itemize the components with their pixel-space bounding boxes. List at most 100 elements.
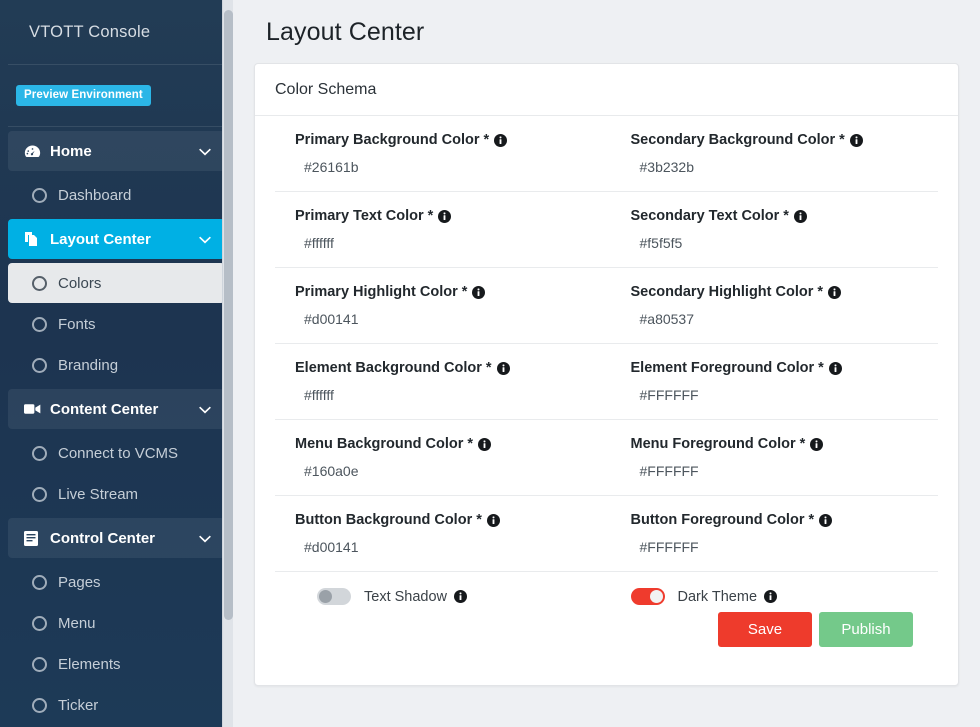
sidebar-item-label: Connect to VCMS — [58, 444, 179, 462]
book-icon — [24, 530, 50, 546]
color-field-label: Button Foreground Color * — [631, 512, 931, 528]
color-field-input[interactable]: #d00141 — [295, 300, 577, 336]
publish-button[interactable]: Publish — [819, 612, 913, 647]
color-field-input[interactable]: #FFFFFF — [631, 528, 931, 564]
info-circle-icon[interactable] — [494, 133, 508, 147]
info-circle-icon[interactable] — [793, 209, 807, 223]
circle-icon — [32, 445, 58, 461]
color-field-input[interactable]: #26161b — [295, 148, 577, 184]
info-circle-icon[interactable] — [478, 437, 492, 451]
sidebar-item-branding[interactable]: Branding — [8, 345, 225, 385]
color-field-input[interactable]: #d00141 — [295, 528, 577, 564]
sidebar-divider-bottom — [8, 126, 225, 127]
required-marker: * — [427, 208, 434, 224]
color-field-input[interactable]: #f5f5f5 — [631, 224, 931, 260]
sidebar-item-ticker[interactable]: Ticker — [8, 685, 225, 725]
sidebar-item-dashboard[interactable]: Dashboard — [8, 175, 225, 215]
label-text: Element Background Color — [295, 360, 482, 376]
color-field-input[interactable]: #FFFFFF — [631, 376, 931, 412]
toggle-knob — [319, 590, 332, 603]
info-circle-icon[interactable] — [454, 590, 468, 603]
sidebar-item-label: Elements — [58, 655, 121, 673]
color-schema-card: Color Schema Primary Background Color * #2… — [254, 63, 959, 686]
color-field: Primary Background Color * #26161b — [275, 116, 607, 192]
color-field-input[interactable]: #ffffff — [295, 376, 577, 412]
sidebar-nav: Home Dashboard Layout Center Colors Fonts Bra… — [0, 131, 233, 725]
color-field-label: Primary Background Color * — [295, 132, 577, 148]
toggle-label: Dark Theme — [678, 589, 778, 605]
info-circle-icon[interactable] — [438, 209, 452, 223]
sidebar-item-colors[interactable]: Colors — [8, 263, 225, 303]
sidebar-item-fonts[interactable]: Fonts — [8, 304, 225, 344]
status-badge-preview-environment: Preview Environment — [16, 85, 151, 106]
action-buttons: Save Publish — [275, 605, 938, 647]
chevron-down-icon[interactable] — [197, 147, 211, 156]
toggle-group: Text Shadow — [295, 588, 607, 605]
toggle-text-shadow[interactable] — [317, 588, 351, 605]
color-field-label: Secondary Highlight Color * — [631, 284, 931, 300]
circle-icon — [32, 316, 58, 332]
color-fields-grid: Primary Background Color * #26161b Secondar… — [275, 116, 938, 572]
sidebar-item-connect-to-vcms[interactable]: Connect to VCMS — [8, 433, 225, 473]
sidebar-item-menu[interactable]: Menu — [8, 603, 225, 643]
color-field-input[interactable]: #3b232b — [631, 148, 931, 184]
color-field-label: Menu Foreground Color * — [631, 436, 931, 452]
sidebar-item-label: Content Center — [50, 400, 159, 418]
color-field-input[interactable]: #FFFFFF — [631, 452, 931, 488]
tachometer-icon — [24, 144, 50, 159]
required-marker: * — [783, 208, 789, 224]
color-field-label: Secondary Background Color * — [631, 132, 931, 148]
info-circle-icon[interactable] — [849, 133, 863, 147]
label-text: Primary Background Color — [295, 132, 480, 148]
required-marker: * — [467, 436, 474, 452]
sidebar-scrollbar[interactable] — [222, 0, 233, 727]
info-circle-icon[interactable] — [486, 513, 500, 527]
info-circle-icon[interactable] — [819, 513, 833, 527]
color-field-input[interactable]: #160a0e — [295, 452, 577, 488]
sidebar-item-live-stream[interactable]: Live Stream — [8, 474, 225, 514]
card-body: Primary Background Color * #26161b Secondar… — [255, 116, 958, 647]
chevron-down-icon[interactable] — [197, 235, 211, 244]
sidebar-scrollbar-thumb[interactable] — [224, 10, 233, 620]
sidebar-item-home[interactable]: Home — [8, 131, 225, 171]
info-circle-icon[interactable] — [810, 437, 824, 451]
color-field: Element Background Color * #ffffff — [275, 344, 607, 420]
sidebar-item-label: Control Center — [50, 529, 155, 547]
color-field: Secondary Highlight Color * #a80537 — [606, 268, 938, 344]
sidebar-item-control-center[interactable]: Control Center — [8, 518, 225, 558]
sidebar-item-content-center[interactable]: Content Center — [8, 389, 225, 429]
info-circle-icon[interactable] — [496, 361, 510, 375]
sidebar-item-label: Menu — [58, 614, 96, 632]
sidebar-item-elements[interactable]: Elements — [8, 644, 225, 684]
toggle-label-text: Text Shadow — [364, 588, 448, 605]
sidebar-item-layout-center[interactable]: Layout Center — [8, 219, 225, 259]
info-circle-icon[interactable] — [828, 285, 842, 299]
info-circle-icon[interactable] — [828, 361, 842, 375]
chevron-down-icon[interactable] — [197, 405, 211, 414]
color-field-label: Menu Background Color * — [295, 436, 577, 452]
sidebar-item-pages[interactable]: Pages — [8, 562, 225, 602]
chevron-down-icon[interactable] — [197, 534, 211, 543]
toggle-dark-theme[interactable] — [630, 588, 665, 605]
color-field-input[interactable]: #ffffff — [295, 224, 577, 260]
sidebar-item-label: Dashboard — [58, 186, 132, 204]
required-marker: * — [476, 512, 482, 528]
circle-icon — [32, 615, 58, 631]
main-content: Layout Center Color Schema Primary Backg… — [233, 0, 980, 727]
color-field: Button Background Color * #d00141 — [275, 496, 607, 572]
circle-icon — [32, 187, 58, 203]
color-field: Primary Highlight Color * #d00141 — [275, 268, 607, 344]
sidebar-item-label: Ticker — [58, 696, 99, 714]
toggle-label: Text Shadow — [364, 588, 468, 605]
label-text: Secondary Text Color — [630, 208, 780, 224]
required-marker: * — [461, 284, 468, 300]
toggle-knob — [649, 590, 663, 603]
save-button[interactable]: Save — [718, 612, 812, 647]
circle-icon — [32, 697, 58, 713]
color-field-input[interactable]: #a80537 — [631, 300, 931, 336]
label-text: Menu Background Color — [295, 436, 464, 452]
label-text: Button Background Color — [295, 512, 473, 528]
info-circle-icon[interactable] — [764, 590, 778, 603]
required-marker: * — [808, 512, 815, 528]
info-circle-icon[interactable] — [472, 285, 486, 299]
